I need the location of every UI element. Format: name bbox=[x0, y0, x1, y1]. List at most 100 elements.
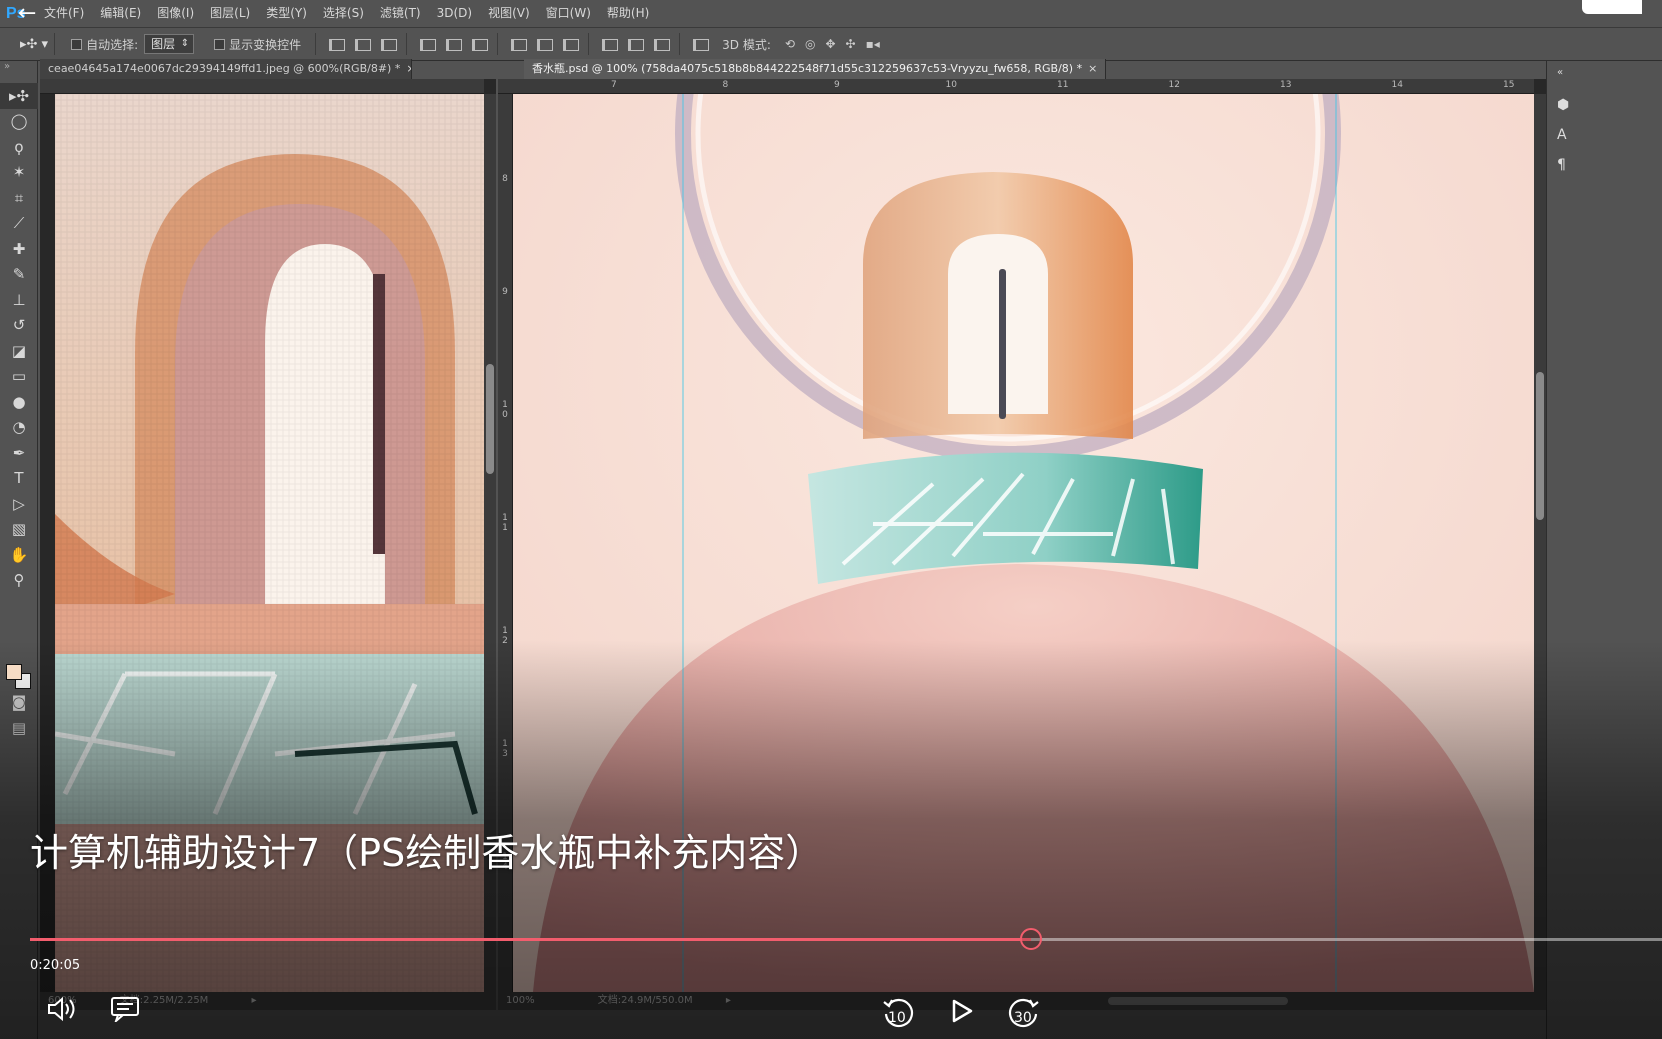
auto-select-label: 自动选择: bbox=[86, 37, 139, 52]
crop-tool-icon[interactable]: ⌗ bbox=[0, 185, 38, 211]
danmaku-button[interactable] bbox=[110, 996, 140, 1025]
scrollbar-thumb[interactable] bbox=[1536, 372, 1544, 520]
align-right-icon[interactable] bbox=[468, 34, 489, 54]
distribute-vcenter-icon[interactable] bbox=[533, 34, 554, 54]
ruler-tick-label: 13 bbox=[1280, 80, 1292, 90]
ruler-tick-label: 9 bbox=[502, 287, 508, 297]
lasso-tool-icon[interactable]: ϙ bbox=[0, 134, 38, 160]
panel-grip-icon[interactable]: » bbox=[0, 61, 37, 83]
zoom-tool-icon[interactable]: ⚲ bbox=[0, 568, 38, 594]
align-top-icon[interactable] bbox=[325, 34, 346, 54]
3d-slide-icon[interactable]: ✣ bbox=[846, 37, 856, 51]
gradient-tool-icon[interactable]: ▭ bbox=[0, 364, 38, 390]
distribute-hcenter-icon[interactable] bbox=[624, 34, 645, 54]
align-hcenter-icon[interactable] bbox=[442, 34, 463, 54]
blur-tool-icon[interactable]: ● bbox=[0, 389, 38, 415]
ruler-tick-label: 15 bbox=[1503, 80, 1515, 90]
menu-item-10[interactable]: 帮助(H) bbox=[599, 0, 657, 27]
zoom-level[interactable]: 100% bbox=[506, 995, 535, 1006]
document-size: 文档:24.9M/550.0M bbox=[597, 995, 693, 1006]
divider bbox=[588, 33, 590, 55]
move-tool-icon[interactable]: ▸✣ bbox=[0, 83, 38, 109]
progress-bar[interactable] bbox=[30, 928, 1662, 950]
auto-align-icon[interactable] bbox=[689, 34, 710, 54]
show-transform-checkbox[interactable] bbox=[214, 38, 226, 50]
menu-item-5[interactable]: 选择(S) bbox=[315, 0, 372, 27]
volume-button[interactable] bbox=[46, 994, 78, 1024]
distribute-top-icon[interactable] bbox=[507, 34, 528, 54]
ruler-tick-label: 1 0 bbox=[502, 400, 508, 420]
distribute-left-icon[interactable] bbox=[598, 34, 619, 54]
eraser-icon[interactable]: ◪ bbox=[0, 338, 38, 364]
horizontal-ruler: 7 8 9 10 11 12 13 14 15 bbox=[498, 79, 1534, 94]
brush-tool-icon[interactable]: ✎ bbox=[0, 262, 38, 288]
play-button[interactable] bbox=[950, 998, 974, 1024]
menu-item-2[interactable]: 图像(I) bbox=[149, 0, 202, 27]
align-vcenter-icon[interactable] bbox=[351, 34, 372, 54]
distribute-bottom-icon[interactable] bbox=[559, 34, 580, 54]
distribute-right-icon[interactable] bbox=[650, 34, 671, 54]
3d-drag-icon[interactable]: ✥ bbox=[825, 37, 835, 51]
back-arrow-icon[interactable]: ← bbox=[18, 2, 36, 26]
menu-item-6[interactable]: 滤镜(T) bbox=[372, 0, 429, 27]
progress-fill bbox=[30, 938, 1032, 941]
menu-item-4[interactable]: 类型(Y) bbox=[258, 0, 315, 27]
screen-mode-icon[interactable]: ▤ bbox=[0, 715, 38, 741]
panel-grip-icon[interactable]: « bbox=[1557, 67, 1577, 91]
layer-select-dropdown[interactable]: 图层 bbox=[144, 34, 195, 54]
right-panel-dock: « ⬢ A ¶ bbox=[1546, 61, 1662, 1039]
healing-brush-icon[interactable]: ✚ bbox=[0, 236, 38, 262]
ruler-tick-label: 7 bbox=[611, 80, 617, 90]
menu-item-7[interactable]: 3D(D) bbox=[429, 0, 480, 27]
eyedropper-icon[interactable]: ⟋ bbox=[0, 211, 38, 237]
3d-rotate-icon[interactable]: ⟲ bbox=[785, 37, 795, 51]
menu-item-8[interactable]: 视图(V) bbox=[480, 0, 538, 27]
menu-item-1[interactable]: 编辑(E) bbox=[92, 0, 149, 27]
ruler-tick-label: 10 bbox=[945, 80, 957, 90]
document-tab-psd[interactable]: 香水瓶.psd @ 100% (758da4075c518b8b84422254… bbox=[524, 59, 1106, 79]
path-select-icon[interactable]: ▷ bbox=[0, 491, 38, 517]
paragraph-panel-icon[interactable]: ¶ bbox=[1557, 157, 1577, 181]
foreground-color-swatch[interactable] bbox=[6, 664, 22, 680]
move-tool-preset-icon[interactable]: ▸✣ ▾ bbox=[20, 37, 48, 52]
dodge-tool-icon[interactable]: ◔ bbox=[0, 415, 38, 441]
menu-item-0[interactable]: 文件(F) bbox=[36, 0, 92, 27]
document-tab-jpeg[interactable]: ceae04645a174e0067dc29394149ffd1.jpeg @ … bbox=[40, 59, 412, 79]
progress-knob[interactable] bbox=[1020, 928, 1043, 950]
menu-item-3[interactable]: 图层(L) bbox=[202, 0, 258, 27]
skip-back-button[interactable]: 10 bbox=[880, 994, 916, 1030]
auto-select-checkbox[interactable] bbox=[71, 38, 83, 50]
close-icon[interactable]: × bbox=[1088, 62, 1097, 75]
marquee-tool-icon[interactable]: ◯ bbox=[0, 109, 38, 135]
status-menu-arrow-icon[interactable]: ▸ bbox=[726, 995, 731, 1006]
align-left-icon[interactable] bbox=[416, 34, 437, 54]
3d-panel-icon[interactable]: ⬢ bbox=[1557, 97, 1577, 121]
window-top-right-overlay bbox=[1582, 0, 1642, 14]
ruler-tick-label: 12 bbox=[1168, 80, 1180, 90]
skip-forward-button[interactable]: 30 bbox=[1006, 994, 1042, 1030]
character-panel-icon[interactable]: A bbox=[1557, 127, 1577, 151]
video-title: 计算机辅助设计7（PS绘制香水瓶中补充内容） bbox=[30, 831, 824, 875]
horizontal-scrollbar[interactable] bbox=[1108, 997, 1288, 1005]
quick-mask-icon[interactable]: ◙ bbox=[0, 689, 38, 715]
ruler-tick-label: 1 2 bbox=[502, 626, 508, 646]
play-icon bbox=[952, 999, 973, 1023]
vertical-scrollbar[interactable] bbox=[1534, 94, 1546, 992]
menu-items: 文件(F) 编辑(E) 图像(I) 图层(L) 类型(Y) 选择(S) 滤镜(T) 3D(D)… bbox=[36, 0, 657, 27]
scrollbar-thumb[interactable] bbox=[486, 364, 494, 474]
3d-roll-icon[interactable]: ◎ bbox=[805, 37, 815, 51]
hand-tool-icon[interactable]: ✋ bbox=[0, 542, 38, 568]
history-brush-icon[interactable]: ↺ bbox=[0, 313, 38, 339]
ruler-tick-label: 1 3 bbox=[502, 739, 508, 759]
status-menu-arrow-icon[interactable]: ▸ bbox=[252, 995, 257, 1006]
ruler-tick-label: 14 bbox=[1391, 80, 1403, 90]
align-bottom-icon[interactable] bbox=[377, 34, 398, 54]
menu-item-9[interactable]: 窗口(W) bbox=[538, 0, 599, 27]
pen-tool-icon[interactable]: ✒ bbox=[0, 440, 38, 466]
clone-stamp-icon[interactable]: ⊥ bbox=[0, 287, 38, 313]
shape-tool-icon[interactable]: ▧ bbox=[0, 517, 38, 543]
close-icon[interactable]: × bbox=[406, 62, 411, 75]
magic-wand-icon[interactable]: ✶ bbox=[0, 160, 38, 186]
type-tool-icon[interactable]: T bbox=[0, 466, 38, 492]
3d-scale-icon[interactable]: ▪◂ bbox=[866, 37, 880, 51]
